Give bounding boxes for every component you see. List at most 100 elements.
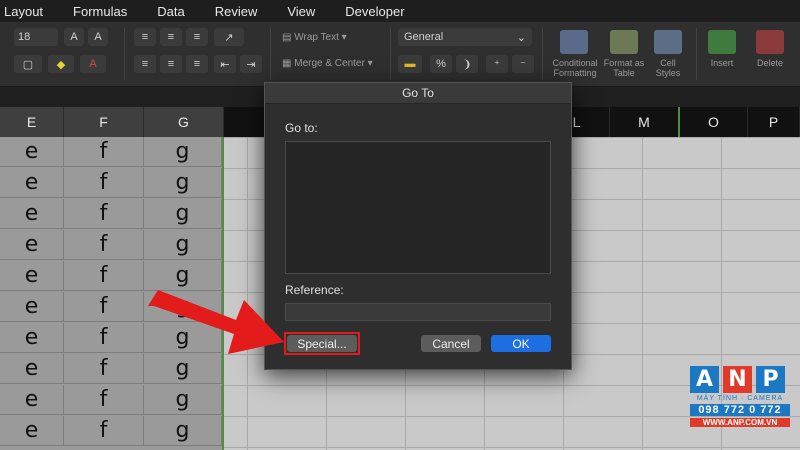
column-header-p[interactable]: P [748, 107, 800, 137]
borders-icon[interactable]: ▢ [14, 55, 42, 73]
align-top-icon[interactable]: ≡ [134, 28, 156, 46]
cancel-button[interactable]: Cancel [421, 335, 481, 352]
cell-e5[interactable]: e [0, 261, 64, 291]
insert-cells-icon[interactable] [708, 30, 736, 54]
cell-f6[interactable]: f [64, 292, 144, 322]
cell-g10[interactable]: g [144, 416, 222, 446]
cell-f4[interactable]: f [64, 230, 144, 260]
cell-e10[interactable]: e [0, 416, 64, 446]
dialog-title: Go To [402, 86, 434, 100]
number-format-select[interactable]: General ⌄ [398, 28, 532, 46]
cell-f10[interactable]: f [64, 416, 144, 446]
wrap-text-label: Wrap Text [294, 32, 339, 43]
watermark-letter-p: P [756, 366, 785, 393]
watermark-letter-a: A [690, 366, 719, 393]
anp-watermark-logo: A N P MÁY TÍNH · CAMERA 098 772 0 772 WW… [690, 366, 790, 438]
align-right-icon[interactable]: ≡ [186, 55, 208, 73]
menu-review[interactable]: Review [215, 4, 258, 19]
wrap-text-icon: ▤ [282, 32, 295, 43]
column-header-m[interactable]: M [610, 107, 680, 137]
percent-button[interactable]: % [430, 55, 452, 73]
decrease-decimal-icon[interactable]: ⁻ [512, 55, 534, 73]
special-button[interactable]: Special... [287, 335, 357, 352]
column-header-e[interactable]: E [0, 107, 64, 137]
cell-e6[interactable]: e [0, 292, 64, 322]
menu-data[interactable]: Data [157, 4, 184, 19]
cell-styles-icon[interactable] [654, 30, 682, 54]
cell-f3[interactable]: f [64, 199, 144, 229]
font-size-value: 18 [18, 31, 31, 43]
font-size-select[interactable]: 18 [14, 28, 58, 46]
cell-f2[interactable]: f [64, 168, 144, 198]
cell-f7[interactable]: f [64, 323, 144, 353]
align-bottom-icon[interactable]: ≡ [186, 28, 208, 46]
number-format-value: General [404, 31, 444, 43]
column-header-f[interactable]: F [64, 107, 144, 137]
cell-g1[interactable]: g [144, 137, 222, 167]
decrease-font-icon[interactable]: A [88, 28, 108, 46]
align-middle-icon[interactable]: ≡ [160, 28, 182, 46]
cell-e2[interactable]: e [0, 168, 64, 198]
cell-e9[interactable]: e [0, 385, 64, 415]
accounting-icon[interactable]: ▬ [398, 55, 422, 73]
format-as-table-icon[interactable] [610, 30, 638, 54]
menu-bar: Layout Formulas Data Review View Develop… [0, 0, 800, 22]
merge-center-button[interactable]: ▦ Merge & Center ▾ [282, 58, 373, 69]
cell-g2[interactable]: g [144, 168, 222, 198]
increase-font-icon[interactable]: A [64, 28, 84, 46]
watermark-letters: A N P [690, 366, 790, 393]
menu-developer[interactable]: Developer [345, 4, 404, 19]
cell-f9[interactable]: f [64, 385, 144, 415]
increase-decimal-icon[interactable]: ⁺ [486, 55, 508, 73]
goto-list[interactable] [285, 141, 551, 274]
delete-label: Delete [756, 58, 783, 68]
goto-label: Go to: [285, 121, 318, 135]
conditional-formatting-label: Conditional Formatting [552, 58, 598, 78]
cell-e1[interactable]: e [0, 137, 64, 167]
cell-e4[interactable]: e [0, 230, 64, 260]
cell-f1[interactable]: f [64, 137, 144, 167]
cell-f5[interactable]: f [64, 261, 144, 291]
insert-label: Insert [710, 58, 734, 68]
cell-e7[interactable]: e [0, 323, 64, 353]
watermark-site: WWW.ANP.COM.VN [690, 418, 790, 427]
ribbon-separator [542, 28, 543, 80]
font-color-icon[interactable]: A [80, 55, 106, 73]
cell-f8[interactable]: f [64, 354, 144, 384]
watermark-phone: 098 772 0 772 [690, 404, 790, 416]
format-as-table-label: Format as Table [603, 58, 645, 78]
watermark-tagline: MÁY TÍNH · CAMERA [696, 395, 784, 402]
indent-decrease-icon[interactable]: ⇤ [214, 55, 236, 73]
red-arrow-icon [148, 290, 284, 354]
fill-color-icon[interactable]: ◆ [48, 55, 74, 73]
align-center-icon[interactable]: ≡ [160, 55, 182, 73]
delete-cells-icon[interactable] [756, 30, 784, 54]
watermark-letter-n: N [723, 366, 752, 393]
cell-g9[interactable]: g [144, 385, 222, 415]
indent-increase-icon[interactable]: ⇥ [240, 55, 262, 73]
merge-icon: ▦ [282, 58, 295, 69]
menu-formulas[interactable]: Formulas [73, 4, 127, 19]
menu-layout[interactable]: Layout [4, 4, 43, 19]
cell-e8[interactable]: e [0, 354, 64, 384]
merge-center-label: Merge & Center [294, 58, 365, 69]
dialog-titlebar[interactable]: Go To [265, 83, 571, 104]
column-header-o[interactable]: O [680, 107, 748, 137]
percent-icon: % [436, 58, 446, 70]
menu-view[interactable]: View [287, 4, 315, 19]
reference-label: Reference: [285, 283, 344, 297]
ok-button[interactable]: OK [491, 335, 551, 352]
orientation-icon[interactable]: ↗ [214, 28, 244, 46]
cell-g3[interactable]: g [144, 199, 222, 229]
conditional-formatting-icon[interactable] [560, 30, 588, 54]
align-left-icon[interactable]: ≡ [134, 55, 156, 73]
comma-style-icon[interactable]: ❩ [456, 55, 478, 73]
ribbon: 18 A A ▢ ◆ A ≡ ≡ ≡ ↗ ≡ ≡ ≡ ⇤ ⇥ ▤ Wrap Te… [0, 22, 800, 87]
ribbon-separator [124, 28, 125, 80]
cell-g4[interactable]: g [144, 230, 222, 260]
column-header-g[interactable]: G [144, 107, 224, 137]
ribbon-separator [696, 28, 697, 80]
cell-e3[interactable]: e [0, 199, 64, 229]
wrap-text-button[interactable]: ▤ Wrap Text ▾ [282, 32, 347, 43]
reference-input[interactable] [285, 303, 551, 321]
